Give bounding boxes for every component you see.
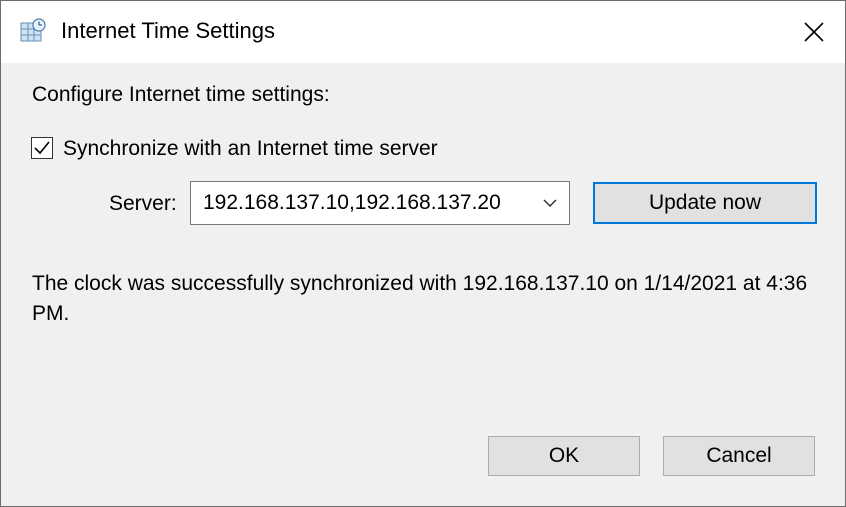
chevron-down-icon[interactable] — [541, 195, 559, 211]
ok-button[interactable]: OK — [488, 436, 640, 476]
checkmark-icon — [34, 141, 50, 155]
server-value: 192.168.137.10,192.168.137.20 — [203, 191, 501, 214]
window-title: Internet Time Settings — [61, 18, 275, 43]
sync-checkbox[interactable] — [31, 137, 53, 159]
server-combobox[interactable]: 192.168.137.10,192.168.137.20 — [190, 181, 570, 225]
cancel-button[interactable]: Cancel — [663, 436, 815, 476]
title-bar: Internet Time Settings — [1, 1, 845, 63]
server-label: Server: — [109, 192, 177, 215]
sync-status-text: The clock was successfully synchronized … — [32, 272, 808, 325]
close-button[interactable] — [783, 1, 845, 63]
settings-heading: Configure Internet time settings: — [32, 83, 330, 106]
sync-checkbox-label[interactable]: Synchronize with an Internet time server — [63, 137, 438, 161]
internet-time-settings-dialog: Internet Time Settings Configure Interne… — [0, 0, 846, 507]
close-icon — [804, 22, 824, 42]
update-now-button[interactable]: Update now — [593, 182, 817, 224]
clock-globe-icon — [19, 17, 47, 45]
